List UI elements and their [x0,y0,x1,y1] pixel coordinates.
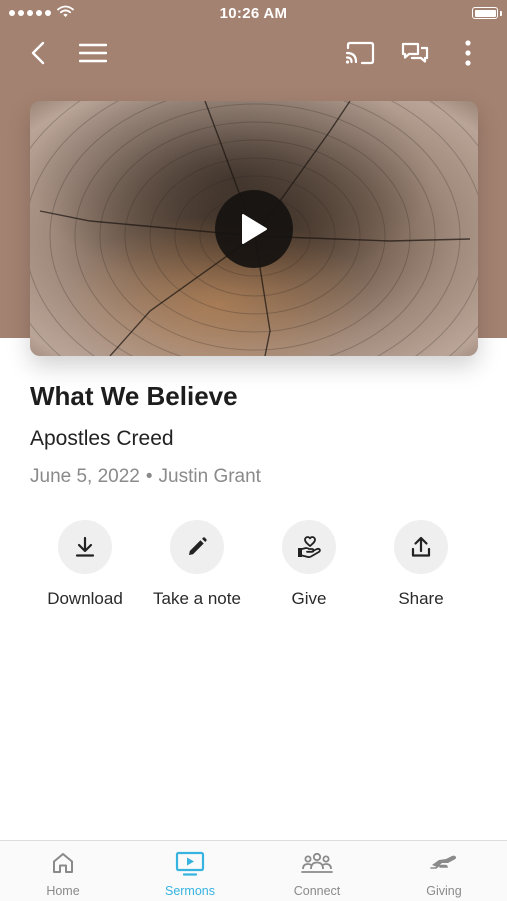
tab-sermons-label: Sermons [164,884,216,898]
sermon-meta: June 5, 2022 • Justin Grant [30,466,261,488]
take-note-label: Take a note [153,589,241,608]
tab-home-label: Home [46,884,80,898]
more-vertical-icon [465,40,471,66]
people-icon [301,852,333,873]
sermon-title: What We Believe [30,381,238,411]
meta-separator: • [145,466,153,487]
action-row: Download Take a note Give Share [0,520,507,620]
cast-icon [345,41,375,65]
more-options-button[interactable] [450,35,486,71]
play-button[interactable] [215,190,293,268]
sermon-subtitle: Apostles Creed [30,427,174,450]
give-icon-circle [282,520,336,574]
sermon-date: June 5, 2022 [30,466,140,487]
hamburger-menu-icon [79,43,107,63]
tv-play-icon [175,851,205,876]
status-bar: 10:26 AM [0,0,507,28]
share-icon [411,536,431,557]
take-note-button[interactable]: Take a note [141,520,253,609]
download-icon-circle [58,520,112,574]
tab-giving-label: Giving [426,884,462,898]
menu-button[interactable] [75,35,111,71]
sermon-speaker: Justin Grant [158,466,261,487]
home-icon [53,853,73,873]
tab-sermons[interactable]: Sermons [127,841,253,901]
give-button[interactable]: Give [253,520,365,609]
sermon-video[interactable] [30,101,478,356]
chevron-left-icon [31,41,45,65]
cast-button[interactable] [342,35,378,71]
tab-home[interactable]: Home [0,841,126,901]
share-label: Share [398,589,444,608]
status-time: 10:26 AM [219,5,288,22]
download-label: Download [47,589,123,608]
share-button[interactable]: Share [365,520,477,609]
share-icon-circle [394,520,448,574]
chat-bubbles-icon [401,42,429,63]
tab-giving[interactable]: Giving [381,841,507,901]
give-label: Give [291,589,327,608]
hand-heart-icon [298,536,321,558]
bottom-tab-bar: Home Sermons Connect Giving [0,840,507,901]
battery-icon [472,7,502,19]
note-icon-circle [170,520,224,574]
tab-connect[interactable]: Connect [254,841,380,901]
download-icon [75,536,95,557]
back-button[interactable] [20,35,56,71]
pencil-icon [189,537,207,555]
download-button[interactable]: Download [29,520,141,609]
tab-connect-label: Connect [293,884,341,898]
play-icon [242,214,267,244]
chat-button[interactable] [397,35,433,71]
handshake-icon [430,855,457,869]
